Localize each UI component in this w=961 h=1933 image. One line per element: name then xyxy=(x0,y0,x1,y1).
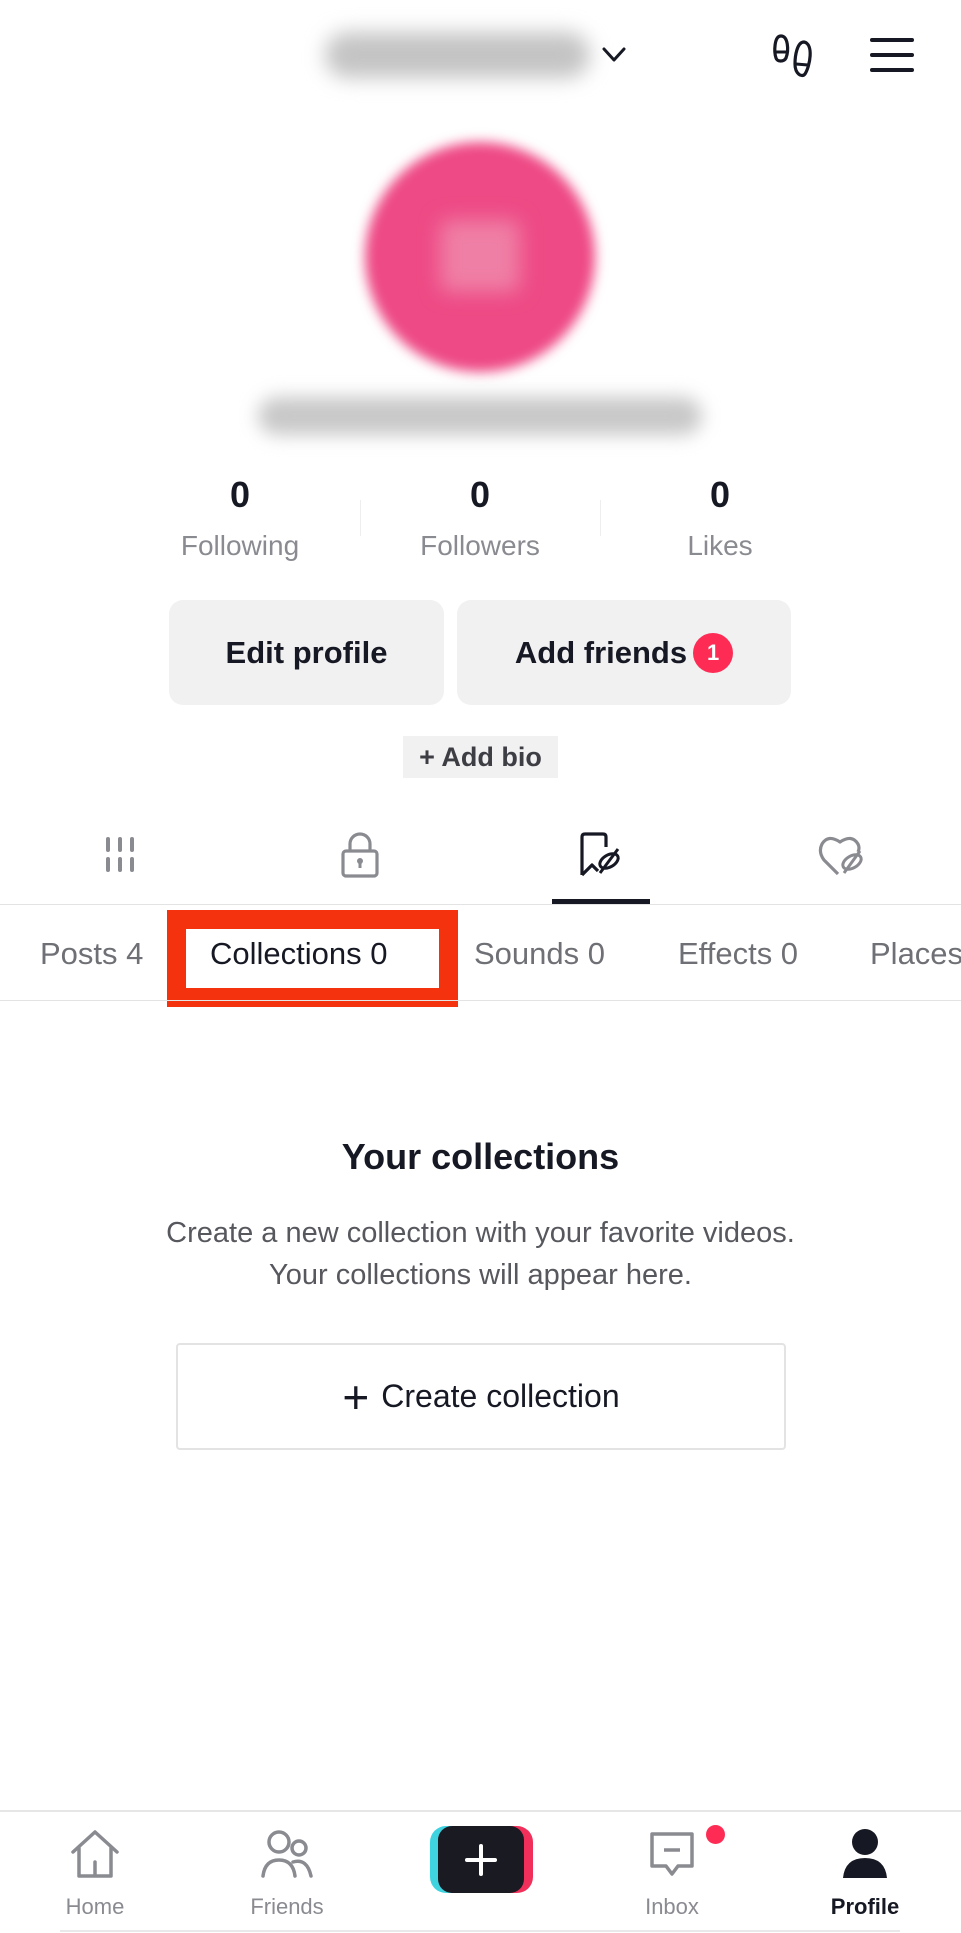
tabs-divider xyxy=(0,904,961,905)
empty-state-title: Your collections xyxy=(341,1136,620,1177)
friends-icon xyxy=(261,1830,313,1878)
profile-icon xyxy=(843,1829,887,1878)
subtab-posts[interactable]: Posts 4 xyxy=(40,930,143,978)
username-dropdown[interactable] xyxy=(325,32,590,78)
subtab-effects[interactable]: Effects 0 xyxy=(678,930,798,978)
tab-private[interactable] xyxy=(320,825,400,885)
plus-icon xyxy=(465,1843,497,1876)
create-button[interactable] xyxy=(430,1826,533,1893)
followers-count[interactable]: 0 xyxy=(360,474,600,516)
avatar-initials xyxy=(440,220,520,292)
description-line: Your collections will appear here. xyxy=(269,1259,692,1291)
add-friends-button[interactable]: Add friends 1 xyxy=(457,600,791,705)
nav-home-label: Home xyxy=(65,1894,125,1919)
subtab-places[interactable]: Places xyxy=(870,930,961,978)
footprints-icon[interactable] xyxy=(772,32,818,80)
add-bio-button[interactable]: + Add bio xyxy=(403,736,558,778)
likes-label[interactable]: Likes xyxy=(600,530,840,562)
nav-friends-label: Friends xyxy=(250,1894,324,1919)
description-line: Create a new collection with your favori… xyxy=(166,1217,795,1249)
tab-favorites[interactable] xyxy=(560,825,640,885)
subtabs-divider xyxy=(0,1000,961,1001)
notification-dot xyxy=(706,1825,725,1844)
chevron-down-icon[interactable] xyxy=(600,44,628,66)
bookmark-hidden-icon xyxy=(580,832,620,877)
following-count[interactable]: 0 xyxy=(120,474,360,516)
lock-icon xyxy=(341,832,379,878)
menu-icon[interactable] xyxy=(868,36,916,74)
grid-icon xyxy=(106,837,134,872)
notification-badge: 1 xyxy=(693,632,734,673)
create-collection-button[interactable]: + Create collection xyxy=(176,1343,786,1450)
tab-videos[interactable] xyxy=(80,825,160,885)
plus-icon: + xyxy=(342,1370,370,1423)
add-friends-label: Add friends xyxy=(514,634,688,670)
subtab-sounds[interactable]: Sounds 0 xyxy=(474,930,605,978)
nav-home[interactable]: Home xyxy=(30,1818,160,1928)
username-handle xyxy=(258,397,702,435)
home-indicator xyxy=(60,1930,900,1932)
create-collection-label: Create collection xyxy=(381,1378,620,1414)
empty-state-description: Create a new collection with your favori… xyxy=(0,1212,961,1296)
heart-hidden-icon xyxy=(818,836,863,876)
nav-inbox-label: Inbox xyxy=(645,1894,699,1919)
following-label[interactable]: Following xyxy=(120,530,360,562)
likes-count[interactable]: 0 xyxy=(600,474,840,516)
edit-profile-label: Edit profile xyxy=(225,634,388,670)
nav-friends[interactable]: Friends xyxy=(222,1818,352,1928)
home-icon xyxy=(71,1830,119,1878)
tab-liked[interactable] xyxy=(803,825,883,885)
create-button-core xyxy=(438,1826,524,1893)
followers-label[interactable]: Followers xyxy=(360,530,600,562)
inbox-icon xyxy=(650,1832,694,1876)
edit-profile-button[interactable]: Edit profile xyxy=(169,600,444,705)
nav-profile-label: Profile xyxy=(830,1894,900,1919)
subtab-collections[interactable]: Collections 0 xyxy=(210,930,387,978)
nav-profile[interactable]: Profile xyxy=(800,1818,930,1928)
